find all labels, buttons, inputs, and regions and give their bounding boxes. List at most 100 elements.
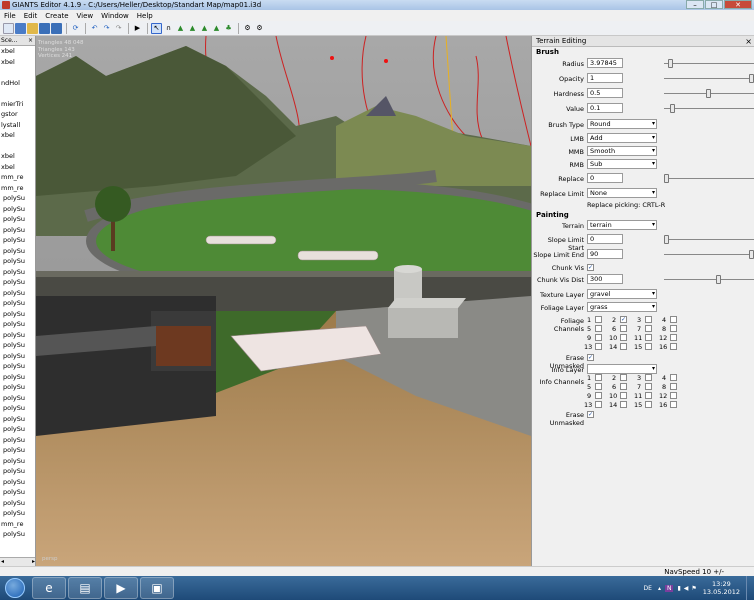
redo-disabled-icon[interactable]: ↷	[113, 23, 124, 34]
slope-limit-start-input[interactable]: 0	[587, 234, 623, 244]
channel-checkbox[interactable]	[595, 392, 602, 399]
scenegraph-item[interactable]: polySu	[0, 424, 35, 435]
scenegraph-item[interactable]: polySu	[0, 414, 35, 425]
channel-checkbox[interactable]	[670, 316, 677, 323]
replace-input[interactable]: 0	[587, 173, 623, 183]
channel-checkbox[interactable]	[620, 401, 627, 408]
import-icon[interactable]	[15, 22, 26, 34]
undo-icon[interactable]: ↶	[89, 23, 100, 34]
channel-checkbox[interactable]	[620, 334, 627, 341]
snap-gear-icon[interactable]: ⚙	[254, 23, 265, 34]
lmb-select[interactable]: Add ▾	[587, 133, 657, 143]
show-desktop-button[interactable]	[746, 576, 754, 600]
scenegraph-item[interactable]: xbel	[0, 130, 35, 141]
maximize-button[interactable]: □	[705, 0, 723, 9]
channel-checkbox[interactable]	[670, 374, 677, 381]
new-file-icon[interactable]	[3, 22, 14, 34]
value-slider-knob[interactable]	[670, 104, 675, 113]
slope-limit-end-slider[interactable]	[664, 250, 754, 259]
scenegraph-item[interactable]: xbel	[0, 46, 35, 57]
settings-gear-icon[interactable]: ⚙	[242, 23, 253, 34]
scenegraph-item[interactable]: polySu	[0, 225, 35, 236]
start-button[interactable]	[0, 576, 30, 600]
scenegraph-item[interactable]: polySu	[0, 498, 35, 509]
menu-view[interactable]: View	[73, 12, 98, 20]
terrain-smooth-icon[interactable]: ▲	[199, 23, 210, 34]
channel-checkbox[interactable]	[645, 334, 652, 341]
scenegraph-item[interactable]: polySu	[0, 361, 35, 372]
scenegraph-item[interactable]: polySu	[0, 330, 35, 341]
select-tool-icon[interactable]: ↖	[151, 22, 162, 34]
close-button[interactable]: ✕	[724, 0, 752, 9]
scenegraph-item[interactable]: polySu	[0, 235, 35, 246]
slope-limit-start-slider[interactable]	[664, 235, 754, 244]
minimize-button[interactable]: –	[686, 0, 704, 9]
texture-layer-select[interactable]: gravel ▾	[587, 289, 657, 299]
scenegraph-item[interactable]: polySu	[0, 246, 35, 257]
scenegraph-item[interactable]: polySu	[0, 298, 35, 309]
terrain-paint-icon[interactable]: ▲	[187, 23, 198, 34]
channel-checkbox[interactable]	[620, 325, 627, 332]
volume-icon[interactable]: ◀	[684, 585, 689, 592]
value-slider[interactable]	[664, 104, 754, 113]
channel-checkbox[interactable]: ✓	[620, 316, 627, 323]
scenegraph-item[interactable]: polySu	[0, 487, 35, 498]
media-player-icon[interactable]: ▶	[104, 577, 138, 599]
scenegraph-item[interactable]: xbel	[0, 151, 35, 162]
scenegraph-item[interactable]: xbel	[0, 57, 35, 68]
channel-checkbox[interactable]	[670, 325, 677, 332]
language-indicator[interactable]: DE	[644, 585, 652, 592]
scenegraph-item[interactable]: polySu	[0, 372, 35, 383]
scenegraph-item[interactable]: ndHol	[0, 78, 35, 89]
channel-checkbox[interactable]	[595, 334, 602, 341]
slope-limit-end-input[interactable]: 90	[587, 249, 623, 259]
menu-file[interactable]: File	[0, 12, 20, 20]
file-explorer-icon[interactable]: ▤	[68, 577, 102, 599]
channel-checkbox[interactable]	[645, 383, 652, 390]
channel-checkbox[interactable]	[670, 401, 677, 408]
terrain-panel-close-icon[interactable]: ×	[745, 36, 752, 47]
menu-edit[interactable]: Edit	[20, 12, 42, 20]
scenegraph-item[interactable]	[0, 88, 35, 99]
opacity-slider[interactable]	[664, 74, 754, 83]
channel-checkbox[interactable]	[620, 392, 627, 399]
channel-checkbox[interactable]	[595, 325, 602, 332]
scenegraph-item[interactable]: mm_re	[0, 172, 35, 183]
scenegraph-item[interactable]	[0, 141, 35, 152]
scenegraph-item[interactable]: mm_re	[0, 183, 35, 194]
channel-checkbox[interactable]	[595, 343, 602, 350]
menu-create[interactable]: Create	[41, 12, 72, 20]
giants-editor-taskbar-icon[interactable]: ▣	[140, 577, 174, 599]
tray-arrow-icon[interactable]: ▴	[658, 585, 661, 592]
channel-checkbox[interactable]	[670, 343, 677, 350]
erase-unmasked-2-checkbox[interactable]: ✓	[587, 411, 594, 418]
move-tool-icon[interactable]: ∩	[163, 23, 174, 34]
scenegraph-item[interactable]: polySu	[0, 466, 35, 477]
scenegraph-item[interactable]: polySu	[0, 456, 35, 467]
scenegraph-item[interactable]: polySu	[0, 288, 35, 299]
mmb-select[interactable]: Smooth ▾	[587, 146, 657, 156]
scenegraph-item[interactable]: polySu	[0, 204, 35, 215]
scenegraph-item[interactable]: polySu	[0, 340, 35, 351]
scenegraph-item[interactable]: polySu	[0, 309, 35, 320]
channel-checkbox[interactable]	[595, 401, 602, 408]
menu-window[interactable]: Window	[97, 12, 133, 20]
redo-icon[interactable]: ↷	[101, 23, 112, 34]
scenegraph-item[interactable]: polySu	[0, 508, 35, 519]
scenegraph-close-icon[interactable]: ×	[28, 36, 33, 46]
scenegraph-item[interactable]: polySu	[0, 277, 35, 288]
channel-checkbox[interactable]	[670, 334, 677, 341]
channel-checkbox[interactable]	[645, 316, 652, 323]
scenegraph-item[interactable]: polySu	[0, 477, 35, 488]
scenegraph-item[interactable]: polySu	[0, 403, 35, 414]
hardness-slider-knob[interactable]	[706, 89, 711, 98]
scenegraph-item[interactable]: mm_re	[0, 519, 35, 530]
scenegraph-item[interactable]: polySu	[0, 193, 35, 204]
channel-checkbox[interactable]	[645, 374, 652, 381]
scenegraph-item[interactable]: polySu	[0, 319, 35, 330]
radius-input[interactable]: 3.97845	[587, 58, 623, 68]
channel-checkbox[interactable]	[595, 374, 602, 381]
channel-checkbox[interactable]	[645, 343, 652, 350]
refresh-icon[interactable]: ⟳	[70, 23, 81, 34]
channel-checkbox[interactable]	[645, 325, 652, 332]
